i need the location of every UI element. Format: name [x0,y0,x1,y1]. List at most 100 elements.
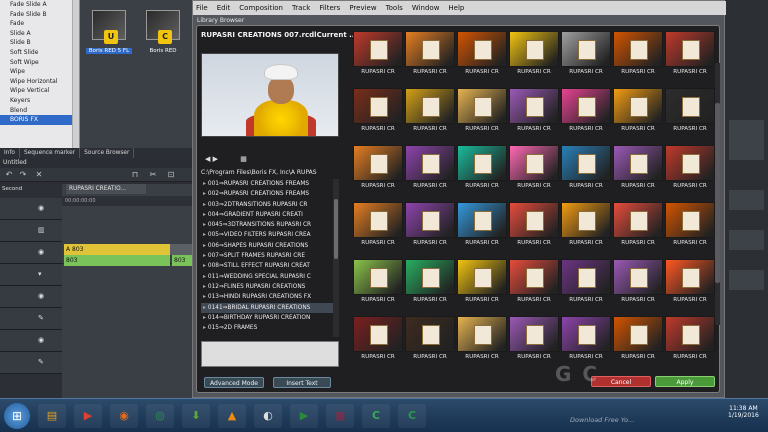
eye-icon[interactable]: ◉ [38,292,46,300]
preset-thumbnail[interactable]: RUPASRI CR [457,88,507,138]
preset-thumbnail[interactable]: RUPASRI CR [353,202,403,252]
taskbar-boris-icon[interactable]: ▶ [290,404,318,428]
taskbar-camtasia-icon[interactable]: C [362,404,390,428]
preset-thumbnail[interactable]: RUPASRI CR [561,88,611,138]
expand-icon[interactable]: ▸ [203,243,206,249]
track-header[interactable]: ▥ [0,220,62,242]
preset-thumbnail[interactable]: RUPASRI CR [665,88,715,138]
preset-thumbnail[interactable]: RUPASRI CR [613,259,663,309]
library-tree-item[interactable]: ▸ 014⇒BIRTHDAY RUPASRI CREATION [201,313,339,323]
preset-thumbnail[interactable]: RUPASRI CR [561,31,611,81]
tree-item[interactable]: Soft Slide [0,48,79,58]
taskbar-winrar-icon[interactable]: ▦ [326,404,354,428]
library-tree-item[interactable]: ▸ 005⇒VIDEO FILTERS RUPASRI CREA [201,230,339,240]
edit-icon[interactable]: ✎ [38,358,46,366]
menu-edit[interactable]: Edit [217,4,231,12]
preset-thumbnail[interactable]: RUPASRI CR [405,316,455,366]
effect-thumbnail[interactable]: U Boris RED 5 FL [86,10,132,56]
menu-window[interactable]: Window [412,4,440,12]
library-tree-item[interactable]: ▸ 007⇒SPLIT FRAMES RUPASRI CRE [201,251,339,261]
track-header[interactable]: ◉ [0,330,62,352]
expand-icon[interactable]: ▸ [203,294,206,300]
preset-thumbnail[interactable]: RUPASRI CR [353,259,403,309]
expand-icon[interactable]: ▸ [203,222,206,228]
tree-scrollbar[interactable] [333,179,339,337]
preset-thumbnail[interactable]: RUPASRI CR [457,31,507,81]
library-tree-item[interactable]: ▸ 013⇒HINDI RUPASRI CREATIONS FX [201,292,339,302]
track-header[interactable]: ◉ [0,242,62,264]
preset-thumbnail[interactable]: RUPASRI CR [509,259,559,309]
preset-thumbnail[interactable]: RUPASRI CR [561,316,611,366]
library-tree-item[interactable]: ▸ 001⇒RUPASRI CREATIONS FREAMS [201,179,339,189]
menu-file[interactable]: File [196,4,208,12]
preset-thumbnail[interactable]: RUPASRI CR [665,259,715,309]
preset-thumbnail[interactable]: RUPASRI CR [665,316,715,366]
taskbar-chrome-icon[interactable]: ◎ [146,404,174,428]
expand-icon[interactable]: ▸ [203,253,206,259]
play-icon[interactable]: ◀ ▶ [205,155,218,163]
tree-scrollbar[interactable] [72,0,79,148]
library-tree-item[interactable]: ▸ 0045⇒3DTRANSITIONS RUPASRI CR [201,220,339,230]
preset-thumbnail[interactable]: RUPASRI CR [405,145,455,195]
library-tree-item[interactable]: ▸ 002⇒RUPASRI CREATIONS FREAMS [201,189,339,199]
loop-icon[interactable]: ▦ [240,155,247,163]
expand-icon[interactable]: ▸ [203,232,206,238]
expand-icon[interactable]: ▸ [203,274,206,280]
tree-item[interactable]: Slide A [0,29,79,39]
expand-icon[interactable]: ▸ [203,284,206,290]
taskbar-vlc-icon[interactable]: ▲ [218,404,246,428]
menu-track[interactable]: Track [292,4,310,12]
menu-filters[interactable]: Filters [319,4,340,12]
eye-icon[interactable]: ◉ [38,248,46,256]
preset-thumbnail[interactable]: RUPASRI CR [561,145,611,195]
tab-info[interactable]: Info [0,148,20,158]
insert-text-button[interactable]: Insert Text [273,377,331,388]
grid-scrollbar[interactable] [715,63,720,325]
library-tree-item[interactable]: ▸ 008⇒STILL EFFECT RUPASRI CREAT [201,261,339,271]
preset-thumbnail[interactable]: RUPASRI CR [509,31,559,81]
library-tree-item[interactable]: ▸ 0141⇒BRIDAL RUPASRI CREATIONS [201,302,339,313]
preset-thumbnail[interactable]: RUPASRI CR [613,88,663,138]
tree-item[interactable]: Soft Wipe [0,58,79,68]
taskbar-camtasia-2-icon[interactable]: C [398,404,426,428]
menu-preview[interactable]: Preview [349,4,376,12]
expand-icon[interactable]: ▸ [203,202,206,208]
cancel-button[interactable]: Cancel [591,376,651,387]
preset-thumbnail[interactable]: RUPASRI CR [405,31,455,81]
clip[interactable]: 803 [64,255,170,266]
taskbar-firefox-icon[interactable]: ◉ [110,404,138,428]
tree-item[interactable]: Blend [0,106,79,116]
clip[interactable]: A 803 [64,244,170,255]
preset-thumbnail[interactable]: RUPASRI CR [457,202,507,252]
system-clock[interactable]: 11:38 AM 1/19/2016 [728,405,759,419]
video-track-icon[interactable]: ▥ [38,226,46,234]
tree-item[interactable]: BORIS FX [0,115,79,125]
menu-help[interactable]: Help [448,4,464,12]
expand-icon[interactable]: ▸ [203,325,206,331]
clip[interactable]: 803 [172,255,192,266]
lock-icon[interactable]: ⊡ [166,170,176,180]
tree-item[interactable]: Wipe Vertical [0,86,79,96]
taskbar-folder-icon[interactable]: ▤ [38,404,66,428]
library-tree-item[interactable]: ▸ 011⇒WEDDING SPECIAL RUPASRI C [201,272,339,282]
library-tree-item[interactable]: ▸ 012⇒FLINES RUPASRI CREATIONS [201,282,339,292]
preset-thumbnail[interactable]: RUPASRI CR [457,145,507,195]
library-tree-item[interactable]: ▸ 003⇒2DTRANSITIONS RUPASRI CR [201,200,339,210]
preset-thumbnail[interactable]: RUPASRI CR [353,316,403,366]
preset-thumbnail[interactable]: RUPASRI CR [457,316,507,366]
expand-icon[interactable]: ▸ [203,212,206,218]
preset-thumbnail[interactable]: RUPASRI CR [665,31,715,81]
track-header[interactable]: ◉ [0,198,62,220]
eye-icon[interactable]: ◉ [38,336,46,344]
preset-thumbnail[interactable]: RUPASRI CR [405,259,455,309]
tree-item[interactable]: Wipe Horizontal [0,77,79,87]
cut-icon[interactable]: ✂ [148,170,158,180]
library-tree-item[interactable]: ▸ 006⇒SHAPES RUPASRI CREATIONS [201,241,339,251]
preset-thumbnail[interactable]: RUPASRI CR [509,145,559,195]
clip[interactable] [170,244,192,255]
expand-icon[interactable]: ▸ [203,263,206,269]
audio-track-icon[interactable]: ▾ [38,270,46,278]
menu-composition[interactable]: Composition [239,4,283,12]
tree-item[interactable]: Fade [0,19,79,29]
tab-source-browser[interactable]: Source Browser [80,148,135,158]
